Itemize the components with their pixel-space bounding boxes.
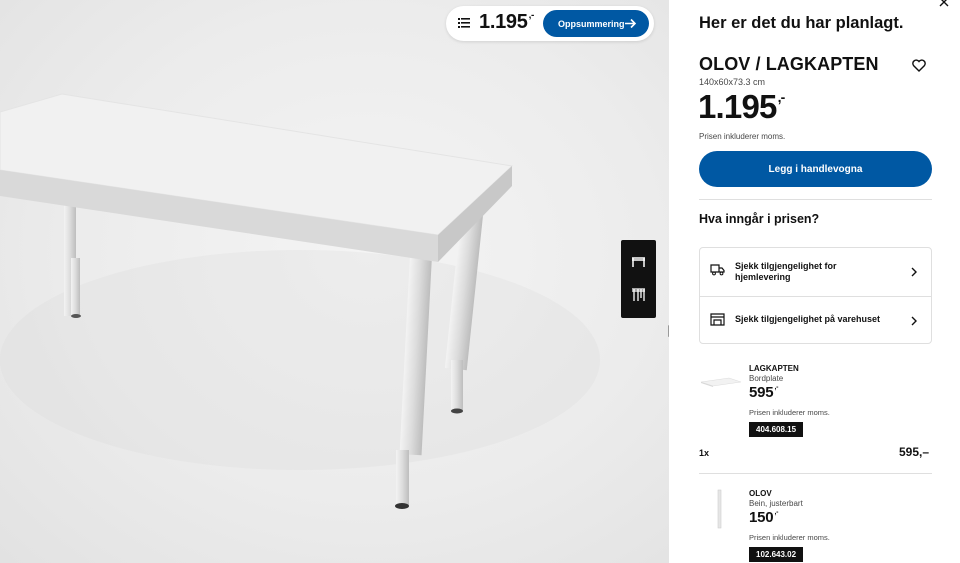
- chevron-right-icon: [911, 316, 917, 326]
- truck-icon: [710, 264, 725, 276]
- product-3d-viewer[interactable]: 1.195,- Oppsummering: [0, 0, 669, 563]
- article-number: 404.608.15: [749, 422, 804, 437]
- summary-button[interactable]: Oppsummering: [543, 10, 649, 37]
- close-icon[interactable]: [939, 0, 949, 7]
- product-price-suffix: ,-: [777, 89, 786, 105]
- tabletop-thumbnail: [700, 377, 742, 387]
- summary-button-label: Oppsummering: [558, 18, 625, 29]
- item-name: LAGKAPTEN: [749, 364, 799, 373]
- item-price-suffix: ,-: [774, 384, 779, 391]
- availability-box: Sjekk tilgjengelighet for hjemlevering S…: [699, 247, 932, 344]
- store-icon: [710, 313, 725, 326]
- list-item: LAGKAPTEN Bordplate 595,- Prisen inklude…: [699, 364, 932, 464]
- item-name: OLOV: [749, 489, 772, 498]
- store-availability[interactable]: Sjekk tilgjengelighet på varehuset: [700, 296, 931, 344]
- item-price: 595,-: [749, 384, 779, 401]
- desk-front-view-icon[interactable]: [630, 253, 647, 270]
- article-number: 102.643.02: [749, 547, 804, 562]
- plan-summary-panel: Her er det du har planlagt. OLOV / LAGKA…: [669, 0, 960, 563]
- chevron-right-icon: [911, 267, 917, 277]
- store-availability-label: Sjekk tilgjengelighet på varehuset: [735, 314, 881, 324]
- panel-heading: Her er det du har planlagt.: [699, 14, 904, 32]
- heart-icon[interactable]: [912, 59, 926, 72]
- divider: [699, 473, 932, 474]
- desk-legs-view-icon[interactable]: [630, 286, 647, 303]
- view-toolbar: [621, 240, 656, 318]
- item-price: 150,-: [749, 509, 779, 526]
- included-title: Hva inngår i prisen?: [699, 212, 820, 226]
- home-delivery-label: Sjekk tilgjengelighet for hjemlevering: [735, 261, 837, 282]
- summary-price: 1.195,-: [479, 10, 535, 33]
- item-description: Bordplate: [749, 374, 784, 383]
- list-icon[interactable]: [458, 17, 470, 29]
- item-description: Bein, justerbart: [749, 499, 803, 508]
- list-item: OLOV Bein, justerbart 150,- Prisen inklu…: [699, 489, 932, 563]
- leg-thumbnail: [717, 489, 722, 529]
- item-price-suffix: ,-: [774, 509, 779, 516]
- desk-3d-render[interactable]: [0, 0, 669, 563]
- add-to-cart-button[interactable]: Legg i handlevogna: [699, 151, 932, 187]
- item-quantity: 1x: [699, 448, 710, 458]
- vat-note: Prisen inkluderer moms.: [699, 132, 786, 141]
- summary-price-suffix: ,-: [528, 10, 535, 22]
- add-to-cart-label: Legg i handlevogna: [768, 163, 863, 175]
- summary-bar: 1.195,- Oppsummering: [446, 6, 654, 41]
- product-dimensions: 140x60x73.3 cm: [699, 77, 766, 87]
- item-vat-note: Prisen inkluderer moms.: [749, 533, 830, 542]
- item-vat-note: Prisen inkluderer moms.: [749, 408, 830, 417]
- product-price: 1.195,-: [698, 88, 786, 125]
- divider: [699, 199, 932, 200]
- home-delivery-availability[interactable]: Sjekk tilgjengelighet for hjemlevering: [700, 248, 931, 296]
- item-total: 595,–: [898, 445, 929, 459]
- product-title: OLOV / LAGKAPTEN: [699, 54, 879, 74]
- arrow-right-icon: [625, 18, 637, 29]
